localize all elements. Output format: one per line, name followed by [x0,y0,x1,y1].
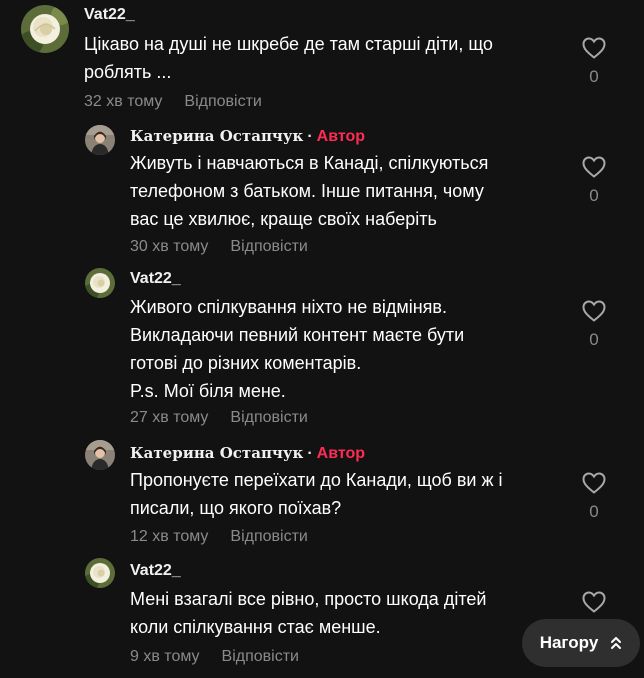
like-count: 0 [589,67,599,86]
back-to-top-label: Нагору [539,633,599,652]
reply-button[interactable]: Відповісти [184,93,261,110]
comment-time: 9 хв тому [130,648,200,665]
heart-icon [582,37,606,59]
author-badge: Автор [316,128,366,145]
comment-time: 32 хв тому [84,93,163,110]
like-button[interactable]: 0 [579,300,609,350]
avatar[interactable] [85,268,115,298]
avatar[interactable] [21,5,69,53]
comment-time: 30 хв тому [130,238,209,255]
reply-button[interactable]: Відповісти [230,528,307,545]
heart-icon [582,472,606,494]
rose-avatar-icon [21,5,69,53]
person-avatar-icon [85,440,115,470]
double-chevron-up-icon [611,637,622,649]
like-count: 0 [589,186,599,205]
comment-text: Цікаво на душі не шкребе де там старші д… [84,34,493,82]
separator-dot: · [307,128,313,145]
like-count: 0 [589,330,599,349]
reply-button[interactable]: Відповісти [222,648,299,665]
comment-author[interactable]: Катерина Остапчук [130,444,303,462]
like-count: 0 [589,502,599,521]
comments-panel: Vat22_ Цікаво на душі не шкребе де там с… [0,0,644,678]
heart-icon [582,300,606,322]
comment-text: Пропонуєте переїхати до Канади, щоб ви ж… [130,470,503,518]
heart-icon [582,156,606,178]
author-badge: Автор [316,445,366,462]
avatar[interactable] [85,558,115,588]
comment-author[interactable]: Vat22_ [130,562,181,580]
avatar[interactable] [85,440,115,470]
like-button[interactable]: 0 [579,156,609,206]
comment-meta: 30 хв тому Відповісти [130,238,308,256]
avatar[interactable] [85,125,115,155]
comment-time: 27 хв тому [130,409,209,426]
comment-time: 12 хв тому [130,528,209,545]
comment-text: Мені взагалі все рівно, просто шкода діт… [130,589,487,637]
comment-text: Живуть і навчаються в Канаді, спілкуютьс… [130,153,489,229]
like-button[interactable]: 0 [579,37,609,87]
comment-author[interactable]: Vat22_ [84,6,135,24]
comment-meta: 12 хв тому Відповісти [130,528,308,546]
comment-meta: 9 хв тому Відповісти [130,648,299,666]
comment-author[interactable]: Vat22_ [130,270,181,288]
rose-avatar-icon [85,268,115,298]
reply-button[interactable]: Відповісти [230,409,307,426]
comment-meta: 32 хв тому Відповісти [84,93,262,111]
like-button[interactable] [579,591,609,613]
rose-avatar-icon [85,558,115,588]
back-to-top-button[interactable]: Нагору [522,619,640,667]
separator-dot: · [307,445,313,462]
person-avatar-icon [85,125,115,155]
comment-meta: 27 хв тому Відповісти [130,409,308,427]
comment-author[interactable]: Катерина Остапчук [130,127,303,145]
like-button[interactable]: 0 [579,472,609,522]
reply-button[interactable]: Відповісти [230,238,307,255]
heart-icon [582,591,606,613]
comment-text: Живого спілкування ніхто не відміняв. Ви… [130,297,465,401]
